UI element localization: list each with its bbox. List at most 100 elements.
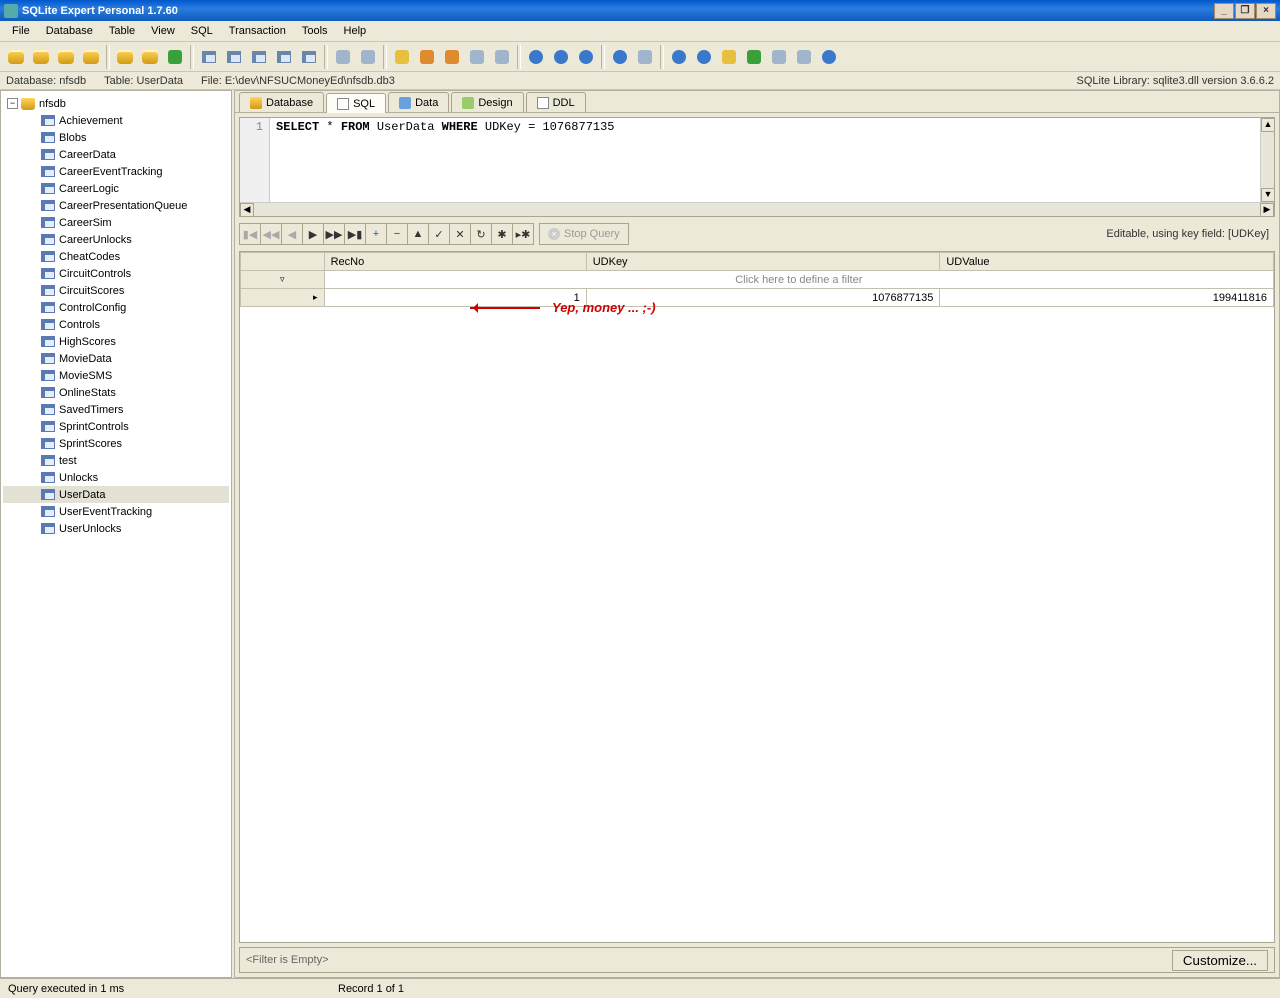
- tree-item-userdata[interactable]: UserData: [3, 486, 229, 503]
- scroll-up-icon[interactable]: ▲: [1261, 118, 1275, 132]
- restore-button[interactable]: ❐: [1235, 3, 1255, 19]
- tb-doc[interactable]: [792, 45, 816, 69]
- tree-item-moviesms[interactable]: MovieSMS: [3, 367, 229, 384]
- sql-code[interactable]: SELECT * FROM UserData WHERE UDKey = 107…: [270, 118, 1274, 202]
- nav-next-page[interactable]: ▶▶: [323, 223, 345, 245]
- tab-design[interactable]: Design: [451, 92, 523, 112]
- menu-table[interactable]: Table: [101, 23, 143, 39]
- scroll-right-icon[interactable]: ▶: [1260, 203, 1274, 217]
- tree-item-careerpresentationqueue[interactable]: CareerPresentationQueue: [3, 197, 229, 214]
- tree-item-controlconfig[interactable]: ControlConfig: [3, 299, 229, 316]
- col-udvalue[interactable]: UDValue: [940, 253, 1274, 271]
- tree-item-careereventtracking[interactable]: CareerEventTracking: [3, 163, 229, 180]
- tb-key[interactable]: [717, 45, 741, 69]
- nav-prev-page[interactable]: ◀◀: [260, 223, 282, 245]
- tree-item-moviedata[interactable]: MovieData: [3, 350, 229, 367]
- tb-window[interactable]: [633, 45, 657, 69]
- tab-ddl[interactable]: DDL: [526, 92, 586, 112]
- tb-edit[interactable]: [742, 45, 766, 69]
- tb-help[interactable]: [667, 45, 691, 69]
- tb-new-db[interactable]: [4, 45, 28, 69]
- tree-item-sprintcontrols[interactable]: SprintControls: [3, 418, 229, 435]
- tree-item-usereventtracking[interactable]: UserEventTracking: [3, 503, 229, 520]
- tb-table5[interactable]: [297, 45, 321, 69]
- sql-hscroll[interactable]: ◀ ▶: [240, 202, 1274, 216]
- menu-tools[interactable]: Tools: [294, 23, 336, 39]
- close-button[interactable]: ×: [1256, 3, 1276, 19]
- tb-misc2[interactable]: [490, 45, 514, 69]
- tree-item-circuitscores[interactable]: CircuitScores: [3, 282, 229, 299]
- nav-next[interactable]: ▶: [302, 223, 324, 245]
- tb-db-queue[interactable]: [138, 45, 162, 69]
- nav-cancel[interactable]: ✕: [449, 223, 471, 245]
- tb-commit[interactable]: [163, 45, 187, 69]
- col-recno[interactable]: RecNo: [324, 253, 586, 271]
- tb-refresh-db[interactable]: [113, 45, 137, 69]
- sql-vscroll[interactable]: ▲ ▼: [1260, 118, 1274, 202]
- tb-forward[interactable]: [574, 45, 598, 69]
- tree-item-savedtimers[interactable]: SavedTimers: [3, 401, 229, 418]
- tb-table4[interactable]: [272, 45, 296, 69]
- tb-copy[interactable]: [415, 45, 439, 69]
- menu-file[interactable]: File: [4, 23, 38, 39]
- tree-item-cheatcodes[interactable]: CheatCodes: [3, 248, 229, 265]
- scroll-left-icon[interactable]: ◀: [240, 203, 254, 217]
- tb-paste[interactable]: [390, 45, 414, 69]
- tb-index1[interactable]: [331, 45, 355, 69]
- tree-item-userunlocks[interactable]: UserUnlocks: [3, 520, 229, 537]
- scroll-down-icon[interactable]: ▼: [1261, 188, 1275, 202]
- nav-bookmark[interactable]: ✱: [491, 223, 513, 245]
- tab-database[interactable]: Database: [239, 92, 324, 112]
- nav-goto-bookmark[interactable]: ▸✱: [512, 223, 534, 245]
- tb-table2[interactable]: [222, 45, 246, 69]
- nav-delete[interactable]: −: [386, 223, 408, 245]
- tb-table3[interactable]: [247, 45, 271, 69]
- menu-view[interactable]: View: [143, 23, 183, 39]
- tb-info[interactable]: [817, 45, 841, 69]
- tree-item-careerlogic[interactable]: CareerLogic: [3, 180, 229, 197]
- customize-button[interactable]: Customize...: [1172, 950, 1268, 971]
- tb-world[interactable]: [692, 45, 716, 69]
- col-udkey[interactable]: UDKey: [586, 253, 940, 271]
- tb-cloud[interactable]: [608, 45, 632, 69]
- tb-cut[interactable]: [440, 45, 464, 69]
- tree-root[interactable]: −nfsdb: [3, 95, 229, 112]
- menu-transaction[interactable]: Transaction: [221, 23, 294, 39]
- nav-first[interactable]: ▮◀: [239, 223, 261, 245]
- tab-data[interactable]: Data: [388, 92, 449, 112]
- menu-sql[interactable]: SQL: [183, 23, 221, 39]
- filter-row[interactable]: Click here to define a filter: [324, 271, 1273, 289]
- tree-item-circuitcontrols[interactable]: CircuitControls: [3, 265, 229, 282]
- tb-back[interactable]: [549, 45, 573, 69]
- filter-funnel-icon[interactable]: ▿: [241, 271, 325, 289]
- tree-item-careersim[interactable]: CareerSim: [3, 214, 229, 231]
- tree-item-careerdata[interactable]: CareerData: [3, 146, 229, 163]
- nav-up[interactable]: ▲: [407, 223, 429, 245]
- tb-misc1[interactable]: [465, 45, 489, 69]
- tree-item-highscores[interactable]: HighScores: [3, 333, 229, 350]
- tree-item-onlinestats[interactable]: OnlineStats: [3, 384, 229, 401]
- minimize-button[interactable]: _: [1214, 3, 1234, 19]
- collapse-icon[interactable]: −: [7, 98, 18, 109]
- tb-mail[interactable]: [767, 45, 791, 69]
- menu-help[interactable]: Help: [336, 23, 375, 39]
- tb-index2[interactable]: [356, 45, 380, 69]
- tree-item-sprintscores[interactable]: SprintScores: [3, 435, 229, 452]
- menu-database[interactable]: Database: [38, 23, 101, 39]
- tb-remove-db[interactable]: [54, 45, 78, 69]
- tree-item-unlocks[interactable]: Unlocks: [3, 469, 229, 486]
- tree-item-blobs[interactable]: Blobs: [3, 129, 229, 146]
- tab-sql[interactable]: SQL: [326, 93, 386, 113]
- tree-item-careerunlocks[interactable]: CareerUnlocks: [3, 231, 229, 248]
- stop-query-button[interactable]: ×Stop Query: [539, 223, 629, 245]
- tb-add-db[interactable]: [29, 45, 53, 69]
- tb-edit-db[interactable]: [79, 45, 103, 69]
- tb-table1[interactable]: [197, 45, 221, 69]
- nav-refresh[interactable]: ↻: [470, 223, 492, 245]
- tree-item-achievement[interactable]: Achievement: [3, 112, 229, 129]
- cell-udvalue[interactable]: 199411816: [940, 289, 1274, 307]
- nav-prev[interactable]: ◀: [281, 223, 303, 245]
- tree-item-controls[interactable]: Controls: [3, 316, 229, 333]
- nav-post[interactable]: ✓: [428, 223, 450, 245]
- tb-run[interactable]: [524, 45, 548, 69]
